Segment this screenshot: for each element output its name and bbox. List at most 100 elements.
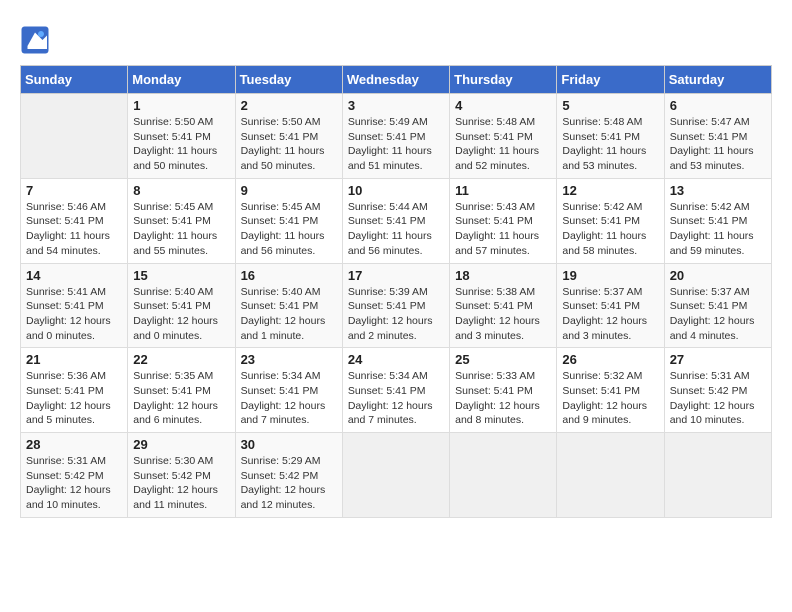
calendar-cell: 26Sunrise: 5:32 AMSunset: 5:41 PMDayligh… bbox=[557, 348, 664, 433]
calendar-week-4: 28Sunrise: 5:31 AMSunset: 5:42 PMDayligh… bbox=[21, 433, 772, 518]
sunrise: Sunrise: 5:36 AM bbox=[26, 370, 106, 382]
sunrise: Sunrise: 5:50 AM bbox=[133, 116, 213, 128]
sunrise: Sunrise: 5:42 AM bbox=[670, 201, 750, 213]
sunset: Sunset: 5:41 PM bbox=[133, 300, 211, 312]
day-number: 12 bbox=[562, 183, 658, 198]
sunrise: Sunrise: 5:41 AM bbox=[26, 286, 106, 298]
daylight: Daylight: 11 hours and 56 minutes. bbox=[348, 230, 432, 257]
day-info: Sunrise: 5:30 AMSunset: 5:42 PMDaylight:… bbox=[133, 454, 229, 513]
day-number: 27 bbox=[670, 352, 766, 367]
sunset: Sunset: 5:41 PM bbox=[241, 385, 319, 397]
sunrise: Sunrise: 5:47 AM bbox=[670, 116, 750, 128]
calendar-cell: 23Sunrise: 5:34 AMSunset: 5:41 PMDayligh… bbox=[235, 348, 342, 433]
day-info: Sunrise: 5:47 AMSunset: 5:41 PMDaylight:… bbox=[670, 115, 766, 174]
daylight: Daylight: 12 hours and 1 minute. bbox=[241, 315, 326, 342]
calendar-cell: 7Sunrise: 5:46 AMSunset: 5:41 PMDaylight… bbox=[21, 178, 128, 263]
sunset: Sunset: 5:41 PM bbox=[562, 215, 640, 227]
day-info: Sunrise: 5:37 AMSunset: 5:41 PMDaylight:… bbox=[562, 285, 658, 344]
daylight: Daylight: 12 hours and 8 minutes. bbox=[455, 400, 540, 427]
sunrise: Sunrise: 5:48 AM bbox=[455, 116, 535, 128]
daylight: Daylight: 11 hours and 57 minutes. bbox=[455, 230, 539, 257]
sunset: Sunset: 5:41 PM bbox=[348, 385, 426, 397]
calendar-cell: 15Sunrise: 5:40 AMSunset: 5:41 PMDayligh… bbox=[128, 263, 235, 348]
calendar-cell: 28Sunrise: 5:31 AMSunset: 5:42 PMDayligh… bbox=[21, 433, 128, 518]
day-number: 5 bbox=[562, 98, 658, 113]
day-number: 26 bbox=[562, 352, 658, 367]
sunrise: Sunrise: 5:37 AM bbox=[670, 286, 750, 298]
day-info: Sunrise: 5:31 AMSunset: 5:42 PMDaylight:… bbox=[670, 369, 766, 428]
day-info: Sunrise: 5:48 AMSunset: 5:41 PMDaylight:… bbox=[562, 115, 658, 174]
sunrise: Sunrise: 5:31 AM bbox=[670, 370, 750, 382]
sunset: Sunset: 5:41 PM bbox=[241, 300, 319, 312]
sunset: Sunset: 5:41 PM bbox=[455, 215, 533, 227]
day-info: Sunrise: 5:41 AMSunset: 5:41 PMDaylight:… bbox=[26, 285, 122, 344]
daylight: Daylight: 12 hours and 0 minutes. bbox=[26, 315, 111, 342]
sunrise: Sunrise: 5:30 AM bbox=[133, 455, 213, 467]
sunset: Sunset: 5:42 PM bbox=[670, 385, 748, 397]
day-header-friday: Friday bbox=[557, 66, 664, 94]
calendar-cell: 22Sunrise: 5:35 AMSunset: 5:41 PMDayligh… bbox=[128, 348, 235, 433]
calendar-cell bbox=[664, 433, 771, 518]
sunrise: Sunrise: 5:40 AM bbox=[133, 286, 213, 298]
calendar-week-2: 14Sunrise: 5:41 AMSunset: 5:41 PMDayligh… bbox=[21, 263, 772, 348]
sunrise: Sunrise: 5:34 AM bbox=[348, 370, 428, 382]
daylight: Daylight: 12 hours and 7 minutes. bbox=[348, 400, 433, 427]
sunset: Sunset: 5:42 PM bbox=[26, 470, 104, 482]
day-info: Sunrise: 5:29 AMSunset: 5:42 PMDaylight:… bbox=[241, 454, 337, 513]
sunset: Sunset: 5:42 PM bbox=[241, 470, 319, 482]
daylight: Daylight: 11 hours and 59 minutes. bbox=[670, 230, 754, 257]
day-info: Sunrise: 5:40 AMSunset: 5:41 PMDaylight:… bbox=[133, 285, 229, 344]
day-header-saturday: Saturday bbox=[664, 66, 771, 94]
calendar-cell: 25Sunrise: 5:33 AMSunset: 5:41 PMDayligh… bbox=[450, 348, 557, 433]
sunrise: Sunrise: 5:34 AM bbox=[241, 370, 321, 382]
calendar-cell: 30Sunrise: 5:29 AMSunset: 5:42 PMDayligh… bbox=[235, 433, 342, 518]
daylight: Daylight: 11 hours and 58 minutes. bbox=[562, 230, 646, 257]
day-info: Sunrise: 5:39 AMSunset: 5:41 PMDaylight:… bbox=[348, 285, 444, 344]
calendar-cell: 5 Sunrise: 5:48 AMSunset: 5:41 PMDaylight… bbox=[557, 94, 664, 179]
sunrise: Sunrise: 5:35 AM bbox=[133, 370, 213, 382]
sunset: Sunset: 5:41 PM bbox=[455, 131, 533, 143]
daylight: Daylight: 11 hours and 53 minutes. bbox=[562, 145, 646, 172]
day-info: Sunrise: 5:31 AMSunset: 5:42 PMDaylight:… bbox=[26, 454, 122, 513]
day-header-monday: Monday bbox=[128, 66, 235, 94]
calendar-cell bbox=[557, 433, 664, 518]
daylight: Daylight: 11 hours and 50 minutes. bbox=[133, 145, 217, 172]
sunrise: Sunrise: 5:40 AM bbox=[241, 286, 321, 298]
day-info: Sunrise: 5:34 AM Sunset: 5:41 PM Daylight:… bbox=[348, 369, 444, 428]
calendar-week-0: 1Sunrise: 5:50 AMSunset: 5:41 PMDaylight… bbox=[21, 94, 772, 179]
calendar: SundayMondayTuesdayWednesdayThursdayFrid… bbox=[20, 65, 772, 518]
day-number: 7 bbox=[26, 183, 122, 198]
day-number: 3 bbox=[348, 98, 444, 113]
day-number: 20 bbox=[670, 268, 766, 283]
sunrise: Sunrise: 5:29 AM bbox=[241, 455, 321, 467]
daylight: Daylight: 12 hours and 6 minutes. bbox=[133, 400, 218, 427]
daylight: Daylight: 12 hours and 3 minutes. bbox=[562, 315, 647, 342]
calendar-cell: 24Sunrise: 5:34 AMSunset: 5:41 PMDayligh… bbox=[342, 348, 449, 433]
sunrise: Sunrise: 5:48 AM bbox=[562, 116, 642, 128]
day-number: 28 bbox=[26, 437, 122, 452]
sunset: Sunset: 5:41 PM bbox=[348, 215, 426, 227]
calendar-cell: 11Sunrise: 5:43 AMSunset: 5:41 PMDayligh… bbox=[450, 178, 557, 263]
daylight: Daylight: 12 hours and 3 minutes. bbox=[455, 315, 540, 342]
day-info: Sunrise: 5:36 AMSunset: 5:41 PMDaylight:… bbox=[26, 369, 122, 428]
day-info: Sunrise: 5:43 AM Sunset: 5:41 PM Daylight:… bbox=[455, 200, 551, 259]
day-number: 9 bbox=[241, 183, 337, 198]
calendar-cell bbox=[450, 433, 557, 518]
day-info: Sunrise: 5:33 AMSunset: 5:41 PMDaylight:… bbox=[455, 369, 551, 428]
day-info: Sunrise: 5:34 AMSunset: 5:41 PMDaylight:… bbox=[241, 369, 337, 428]
sunset: Sunset: 5:41 PM bbox=[670, 131, 748, 143]
calendar-week-3: 21Sunrise: 5:36 AMSunset: 5:41 PMDayligh… bbox=[21, 348, 772, 433]
daylight: Daylight: 11 hours and 55 minutes. bbox=[133, 230, 217, 257]
sunrise: Sunrise: 5:31 AM bbox=[26, 455, 106, 467]
day-info: Sunrise: 5:35 AMSunset: 5:41 PMDaylight:… bbox=[133, 369, 229, 428]
daylight: Daylight: 12 hours and 2 minutes. bbox=[348, 315, 433, 342]
sunrise: Sunrise: 5:45 AM bbox=[241, 201, 321, 213]
calendar-cell: 3Sunrise: 5:49 AMSunset: 5:41 PMDaylight… bbox=[342, 94, 449, 179]
day-info: Sunrise: 5:50 AMSunset: 5:41 PMDaylight:… bbox=[241, 115, 337, 174]
day-info: Sunrise: 5:45 AMSunset: 5:41 PMDaylight:… bbox=[241, 200, 337, 259]
calendar-cell: 20Sunrise: 5:37 AMSunset: 5:41 PMDayligh… bbox=[664, 263, 771, 348]
day-number: 23 bbox=[241, 352, 337, 367]
day-info: Sunrise: 5:42 AMSunset: 5:41 PMDaylight:… bbox=[562, 200, 658, 259]
sunrise: Sunrise: 5:43 AM bbox=[455, 201, 535, 213]
sunrise: Sunrise: 5:33 AM bbox=[455, 370, 535, 382]
